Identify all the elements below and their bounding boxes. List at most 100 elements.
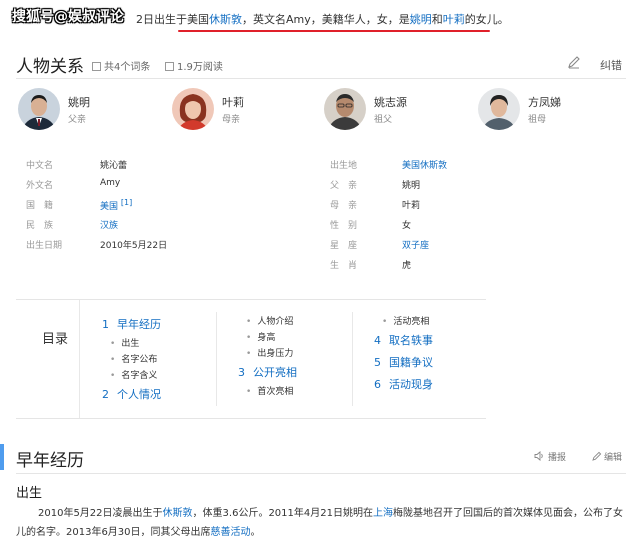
link-houston[interactable]: 休斯敦 xyxy=(209,13,242,26)
link-shanghai[interactable]: 上海 xyxy=(373,508,393,519)
toc-num: 3 xyxy=(238,366,245,379)
link-houston[interactable]: 美国休斯敦 xyxy=(402,158,447,171)
table-of-contents: 目录 1 早年经历 出生 名字公布 名字含义 2 个人情况 人物介绍 身高 出身压力… xyxy=(16,299,486,419)
link-usa[interactable]: 美国 xyxy=(100,202,118,212)
error-correction-link[interactable]: 纠错 xyxy=(600,57,622,73)
info-table-right: 出生地 美国休斯敦 父 亲 姚明 母 亲 叶莉 性 别 女 星 座 双子座 生 … xyxy=(330,158,620,278)
toc-sub-item[interactable]: 活动亮相 xyxy=(382,314,429,327)
speaker-icon xyxy=(534,451,543,461)
info-key: 生 肖 xyxy=(330,261,358,271)
toc-label: 国籍争议 xyxy=(389,356,433,369)
info-key: 性 别 xyxy=(330,221,358,231)
citation-link[interactable]: [1] xyxy=(121,198,132,207)
toc-label: 个人情况 xyxy=(117,388,161,401)
person-card-yaozhiyuan[interactable]: 姚志源 祖父 xyxy=(324,88,444,132)
toc-num: 1 xyxy=(102,318,109,331)
person-card-fangfengdi[interactable]: 方凤娣 祖母 xyxy=(478,88,598,132)
toc-sub-item[interactable]: 出身压力 xyxy=(246,346,293,359)
avatar xyxy=(18,88,60,130)
person-card-yeli[interactable]: 叶莉 母亲 xyxy=(172,88,292,132)
divider xyxy=(16,78,626,79)
pencil-icon[interactable] xyxy=(567,55,581,69)
person-relation: 母亲 xyxy=(222,115,241,125)
play-label: 播报 xyxy=(548,453,567,463)
pencil-icon xyxy=(592,451,602,461)
link-han[interactable]: 汉族 xyxy=(100,218,118,231)
views-label: 1.9万阅读 xyxy=(177,62,223,73)
link-gemini[interactable]: 双子座 xyxy=(402,238,429,251)
person-relation: 祖父 xyxy=(374,115,393,125)
info-value: 叶莉 xyxy=(402,201,421,211)
info-value: 姚沁蕾 xyxy=(100,161,128,171)
subsection-title: 出生 xyxy=(16,486,43,501)
info-table-left: 中文名 姚沁蕾 外文名 Amy 国 籍 美国 [1] 民 族 汉族 出生日期 2… xyxy=(26,158,316,258)
toc-sub-item[interactable]: 首次亮相 xyxy=(246,384,293,397)
info-key: 出生日期 xyxy=(26,241,63,251)
info-value: 2010年5月22日 xyxy=(100,241,168,251)
avatar xyxy=(324,88,366,130)
toc-column-divider xyxy=(352,312,353,406)
person-name: 方凤娣 xyxy=(528,96,561,109)
info-key: 父 亲 xyxy=(330,181,358,191)
info-value: 姚明 xyxy=(402,181,421,191)
info-value: 女 xyxy=(402,221,412,231)
toc-num: 6 xyxy=(374,378,381,391)
toc-item-2[interactable]: 2 个人情况 xyxy=(102,386,161,402)
views-count: 1.9万阅读 xyxy=(165,58,223,73)
link-yaoming[interactable]: 姚明 xyxy=(410,13,432,26)
entries-icon xyxy=(92,62,101,71)
sentence-text: 2日出生于美国 xyxy=(136,13,209,26)
link-charity[interactable]: 慈善活动 xyxy=(211,527,251,538)
top-banner: 2日出生于美国休斯敦，英文名Amy，美籍华人，女，是姚明和叶莉的女儿。 搜狐号@… xyxy=(0,0,640,34)
edit-button[interactable]: 编辑 xyxy=(592,450,622,463)
entries-count: 共4个词条 xyxy=(92,58,150,73)
section-title: 早年经历 xyxy=(16,451,84,471)
person-name: 叶莉 xyxy=(222,96,244,109)
red-underline-annotation xyxy=(178,30,490,32)
para-text: 2010年5月22日凌晨出生于 xyxy=(38,508,163,519)
person-name: 姚明 xyxy=(68,96,90,109)
toc-label-box: 目录 xyxy=(16,300,80,418)
info-key: 民 族 xyxy=(26,221,54,231)
info-key: 出生地 xyxy=(330,161,358,171)
toc-sub-item[interactable]: 身高 xyxy=(246,330,275,343)
person-name: 姚志源 xyxy=(374,96,407,109)
toc-label: 活动现身 xyxy=(389,378,433,391)
toc-item-4[interactable]: 4 取名轶事 xyxy=(374,332,433,348)
para-text: 。 xyxy=(250,527,261,538)
entries-count-label: 共4个词条 xyxy=(104,62,151,73)
toc-label: 早年经历 xyxy=(117,318,161,331)
body-paragraph: 2010年5月22日凌晨出生于休斯敦，体重3.6公斤。2011年4月21日姚明在… xyxy=(16,504,628,542)
link-yeli[interactable]: 叶莉 xyxy=(443,13,465,26)
play-button[interactable]: 播报 xyxy=(534,450,566,463)
toc-num: 2 xyxy=(102,388,109,401)
toc-item-5[interactable]: 5 国籍争议 xyxy=(374,354,433,370)
person-card-yaoming[interactable]: 姚明 父亲 xyxy=(18,88,138,132)
info-key: 中文名 xyxy=(26,161,54,171)
avatar xyxy=(172,88,214,130)
toc-item-1[interactable]: 1 早年经历 xyxy=(102,316,161,332)
info-value: 虎 xyxy=(402,261,412,271)
top-sentence: 2日出生于美国休斯敦，英文名Amy，美籍华人，女，是姚明和叶莉的女儿。 xyxy=(136,11,509,27)
para-text: ，体重3.6公斤。2011年4月21日姚明在 xyxy=(192,508,373,519)
toc-num: 5 xyxy=(374,356,381,369)
toc-sub-item[interactable]: 名字含义 xyxy=(110,368,157,381)
toc-item-6[interactable]: 6 活动现身 xyxy=(374,376,433,392)
info-value-nationality: 美国 [1] xyxy=(100,198,132,212)
toc-sub-item[interactable]: 名字公布 xyxy=(110,352,157,365)
link-houston[interactable]: 休斯敦 xyxy=(163,508,193,519)
toc-sub-item[interactable]: 人物介绍 xyxy=(246,314,293,327)
toc-num: 4 xyxy=(374,334,381,347)
toc-item-3[interactable]: 3 公开亮相 xyxy=(238,364,297,380)
toc-label: 取名轶事 xyxy=(389,334,433,347)
toc-label: 公开亮相 xyxy=(253,366,297,379)
person-relation: 父亲 xyxy=(68,115,87,125)
avatar xyxy=(478,88,520,130)
sentence-text: 和 xyxy=(431,13,443,26)
sentence-text: 的女儿。 xyxy=(464,13,509,26)
sentence-text: ，英文名Amy，美籍华人，女，是 xyxy=(242,13,410,26)
info-key: 星 座 xyxy=(330,241,358,251)
toc-sub-item[interactable]: 出生 xyxy=(110,336,139,349)
views-icon xyxy=(165,62,174,71)
divider xyxy=(16,473,626,474)
